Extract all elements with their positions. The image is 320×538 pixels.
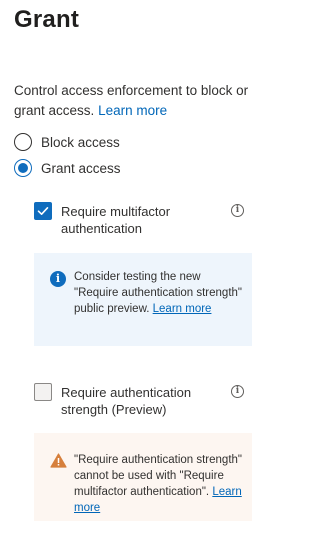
require-mfa-label: Require multifactor authentication: [61, 204, 171, 236]
require-auth-strength-option[interactable]: Require authentication strength (Preview…: [34, 383, 254, 419]
warning-notice-content: "Require authentication strength" cannot…: [74, 452, 244, 516]
require-mfa-option[interactable]: Require multifactor authentication i: [34, 202, 254, 238]
grant-access-radio[interactable]: Grant access: [14, 158, 121, 178]
radio-selected-dot: [18, 163, 28, 173]
info-notice-content: Consider testing the new "Require authen…: [74, 269, 244, 317]
require-auth-strength-label: Require authentication strength (Preview…: [61, 385, 192, 417]
page-title: Grant: [14, 6, 80, 33]
auth-strength-warning-notice: "Require authentication strength" cannot…: [34, 433, 252, 521]
block-access-label: Block access: [41, 134, 120, 150]
warning-triangle-icon: [50, 453, 67, 468]
info-circle-icon: i: [50, 271, 66, 287]
learn-more-link[interactable]: Learn more: [98, 103, 167, 118]
require-mfa-checkbox[interactable]: [34, 202, 52, 220]
block-access-radio[interactable]: Block access: [14, 132, 120, 152]
auth-strength-info-notice: i Consider testing the new "Require auth…: [34, 253, 252, 346]
info-tooltip-icon[interactable]: i: [231, 385, 244, 398]
info-tooltip-icon[interactable]: i: [231, 204, 244, 217]
grant-access-radio-circle[interactable]: [14, 159, 32, 177]
checkmark-icon: [37, 207, 49, 215]
info-learn-more-link[interactable]: Learn more: [153, 303, 212, 315]
grant-access-label: Grant access: [41, 160, 121, 176]
grant-description: Control access enforcement to block or g…: [14, 81, 258, 121]
require-auth-strength-checkbox[interactable]: [34, 383, 52, 401]
block-access-radio-circle[interactable]: [14, 133, 32, 151]
